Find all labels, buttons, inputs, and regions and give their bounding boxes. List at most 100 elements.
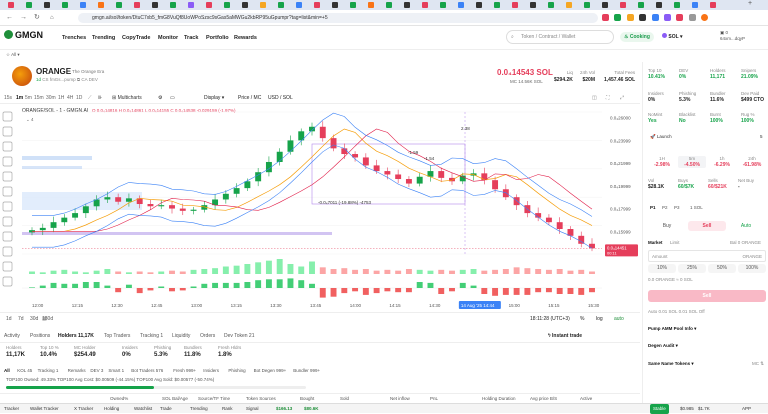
amount-input[interactable]: Amount ORANGE bbox=[648, 250, 766, 262]
interval-1h[interactable]: 1H bbox=[58, 93, 64, 104]
browser-tab-icon[interactable] bbox=[8, 2, 14, 8]
ruler-icon[interactable] bbox=[2, 201, 13, 212]
candle[interactable] bbox=[147, 204, 154, 207]
percent-button[interactable]: 25% bbox=[678, 264, 706, 273]
chart-svg[interactable]: ORANGE/SOL - 1 - GMGN.AI O 0.0₄14816 H 0.… bbox=[0, 104, 640, 310]
range-30d[interactable]: 30d bbox=[30, 313, 38, 326]
holder-filter[interactable]: DEV 3 bbox=[90, 366, 103, 376]
browser-tab-icon[interactable] bbox=[62, 2, 68, 8]
table-column-header[interactable]: PnL bbox=[430, 394, 438, 403]
chain-selector[interactable]: SOL ▾ bbox=[662, 33, 683, 40]
browser-tab-icon[interactable] bbox=[638, 2, 644, 8]
holder-filter[interactable]: Bot Degen 999+ bbox=[254, 366, 287, 376]
browser-tab-icon[interactable] bbox=[404, 2, 410, 8]
usd-sol-toggle[interactable]: USD / SOL bbox=[268, 93, 293, 104]
indicators-icon[interactable]: ⟋ bbox=[88, 93, 92, 104]
indicator-count[interactable]: ⌄ 4 bbox=[26, 117, 34, 122]
reload-icon[interactable]: ↻ bbox=[34, 14, 40, 22]
table-column-header[interactable]: Bought bbox=[300, 394, 314, 403]
crosshair-icon[interactable] bbox=[2, 111, 13, 122]
preset-tab[interactable]: P1 bbox=[650, 205, 656, 210]
layout-icon[interactable]: ▭ bbox=[170, 93, 175, 104]
holders-tab[interactable]: Positions bbox=[30, 330, 50, 343]
candle[interactable] bbox=[319, 126, 326, 139]
browser-tab-icon[interactable] bbox=[350, 2, 356, 8]
same-name-mc[interactable]: MC ⇅ bbox=[752, 361, 764, 367]
fee-settings[interactable]: Auto 0.01 SOL 0.01 SOL Off bbox=[648, 309, 705, 314]
brush-icon[interactable] bbox=[2, 156, 13, 167]
buy-tab[interactable]: Buy bbox=[648, 221, 686, 231]
table-column-header[interactable]: Token Sources bbox=[246, 394, 276, 403]
timeframe-tab[interactable]: 24h -61.98% bbox=[738, 156, 766, 168]
candle[interactable] bbox=[589, 243, 595, 249]
sell-submit-button[interactable]: Sell bbox=[648, 290, 766, 302]
sub-filter-all[interactable]: ☆ All ▾ bbox=[6, 52, 20, 58]
table-column-header[interactable]: Holding Duration bbox=[482, 394, 516, 403]
table-column-header[interactable]: Avg price B/S bbox=[530, 394, 557, 403]
browser-tab-icon[interactable] bbox=[134, 2, 140, 8]
holders-tab[interactable]: Orders bbox=[200, 330, 215, 343]
expand-icon[interactable]: ⤢ bbox=[620, 93, 624, 104]
candle[interactable] bbox=[405, 179, 412, 184]
extension-icon[interactable] bbox=[651, 14, 659, 21]
pattern-icon[interactable] bbox=[2, 186, 13, 197]
limit-tab[interactable]: Limit bbox=[670, 240, 680, 245]
interval-30m[interactable]: 30m bbox=[46, 93, 56, 104]
nav-copytrade[interactable]: CopyTrade bbox=[122, 35, 150, 41]
browser-tab-icon[interactable] bbox=[656, 2, 662, 8]
nav-rewards[interactable]: Rewards bbox=[234, 35, 257, 41]
browser-tab-icon[interactable] bbox=[278, 2, 284, 8]
candle[interactable] bbox=[179, 208, 186, 211]
nav-portfolio[interactable]: Portfolio bbox=[206, 35, 229, 41]
browser-tab-icon[interactable] bbox=[98, 2, 104, 8]
browser-tab-icon[interactable] bbox=[116, 2, 122, 8]
candle[interactable] bbox=[39, 227, 46, 231]
back-icon[interactable]: ← bbox=[6, 14, 13, 22]
browser-tab-icon[interactable] bbox=[152, 2, 158, 8]
trend-line-icon[interactable] bbox=[2, 126, 13, 137]
browser-tab-icon[interactable] bbox=[44, 2, 50, 8]
candle[interactable] bbox=[158, 205, 165, 207]
candle[interactable] bbox=[438, 171, 445, 178]
display-dropdown[interactable]: Display ▾ bbox=[204, 93, 224, 104]
candle[interactable] bbox=[61, 217, 68, 223]
holder-filter[interactable]: Smart 1 bbox=[108, 366, 124, 376]
candle[interactable] bbox=[309, 126, 315, 132]
holders-tab[interactable]: Activity bbox=[4, 330, 20, 343]
candle[interactable] bbox=[513, 197, 520, 206]
candle[interactable] bbox=[395, 174, 402, 180]
browser-tab-icon[interactable] bbox=[566, 2, 572, 8]
browser-tab-icon[interactable] bbox=[530, 2, 536, 8]
browser-tab-icon[interactable] bbox=[512, 2, 518, 8]
candle[interactable] bbox=[190, 209, 197, 211]
browser-tab-icon[interactable] bbox=[170, 2, 176, 8]
table-column-header[interactable]: Source/TF Time bbox=[198, 394, 230, 403]
auto-toggle[interactable]: Auto bbox=[728, 221, 764, 231]
browser-tab-icon[interactable] bbox=[476, 2, 482, 8]
magnet-icon[interactable] bbox=[2, 231, 13, 242]
trash-icon[interactable] bbox=[2, 276, 13, 287]
home-icon[interactable]: ⌂ bbox=[50, 14, 54, 22]
fullscreen-icon[interactable]: ⛶ bbox=[606, 93, 610, 104]
address-bar[interactable]: gmgn.ai/sol/token/DtuC7xb5_fmG8VuQf8UoWP… bbox=[78, 13, 598, 23]
interval-4h[interactable]: 4H bbox=[67, 93, 73, 104]
interval-15m[interactable]: 15m bbox=[34, 93, 44, 104]
interval-1m[interactable]: 1m bbox=[16, 93, 23, 104]
browser-tab-icon[interactable] bbox=[710, 2, 716, 8]
sell-tab[interactable]: Sell bbox=[688, 221, 726, 231]
copy-icon[interactable]: ⧉ bbox=[77, 77, 80, 82]
browser-tab-icon[interactable] bbox=[296, 2, 302, 8]
market-tab[interactable]: Market bbox=[648, 240, 663, 245]
table-column-header[interactable]: Sold bbox=[340, 394, 349, 403]
holder-filter[interactable]: Phishing bbox=[228, 366, 245, 376]
holder-filter[interactable]: KOL 45 bbox=[17, 366, 32, 376]
account-menu[interactable]: ▣ 0 64xm...dqyP bbox=[720, 30, 745, 41]
browser-tab-icon[interactable] bbox=[458, 2, 464, 8]
nav-trenches[interactable]: Trenches bbox=[62, 35, 86, 41]
zoom-icon[interactable] bbox=[2, 216, 13, 227]
browser-tab-icon[interactable] bbox=[422, 2, 428, 8]
extension-icon[interactable] bbox=[614, 14, 622, 21]
browser-tab-icon[interactable] bbox=[260, 2, 266, 8]
candle[interactable] bbox=[50, 222, 57, 228]
percent-button[interactable]: 10% bbox=[648, 264, 676, 273]
